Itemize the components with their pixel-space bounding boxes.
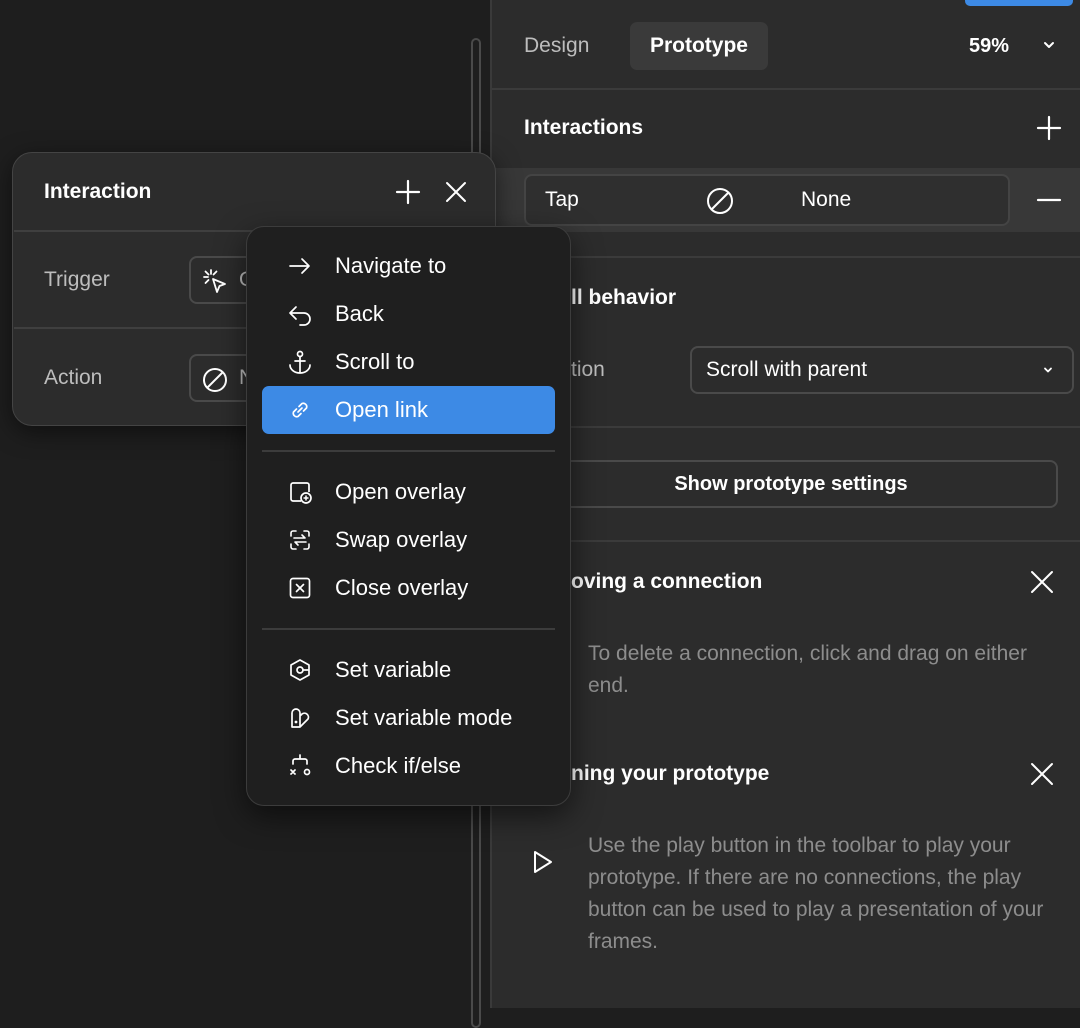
menu-item-label: Close overlay (335, 575, 469, 600)
zoom-level[interactable]: 59% (969, 22, 1009, 70)
scroll-behavior-value: Scroll with parent (706, 358, 868, 381)
menu-item-swap-overlay[interactable]: Swap overlay (262, 516, 555, 564)
card-title: Interaction (44, 180, 152, 203)
scroll-behavior-title: ll behavior (571, 286, 677, 309)
divider (492, 426, 1080, 428)
share-button-edge[interactable] (965, 0, 1073, 6)
swap-overlay-icon (288, 528, 312, 552)
menu-item-set-variable-mode[interactable]: Set variable mode (262, 694, 555, 742)
tip-title: oving a connection (571, 570, 763, 593)
add-interaction-plus-icon[interactable] (1036, 115, 1062, 141)
close-icon[interactable] (444, 180, 468, 204)
tip-body: To delete a connection, click and drag o… (588, 642, 1027, 697)
arrow-right-icon (288, 254, 312, 278)
tab-design[interactable]: Design (524, 22, 589, 70)
divider (492, 540, 1080, 542)
none-icon (201, 366, 229, 394)
remove-interaction-minus-icon[interactable] (1036, 187, 1062, 213)
menu-item-check-if-else[interactable]: Check if/else (262, 742, 555, 790)
chevron-down-icon (1042, 364, 1054, 376)
action-label: Action (44, 366, 103, 389)
chevron-down-icon[interactable] (1042, 38, 1056, 52)
menu-item-scroll-to[interactable]: Scroll to (262, 338, 555, 386)
link-icon (288, 398, 312, 422)
tip-body: Use the play button in the toolbar to pl… (588, 834, 1044, 953)
menu-item-label: Open overlay (335, 479, 466, 504)
close-icon[interactable] (1029, 761, 1055, 787)
action-value: None (801, 188, 852, 211)
menu-item-open-link[interactable]: Open link (262, 386, 555, 434)
cursor-click-icon (201, 268, 229, 296)
conditional-icon (288, 754, 312, 778)
menu-item-label: Back (335, 301, 384, 326)
menu-item-label: Set variable (335, 657, 452, 682)
trigger-value: Tap (545, 188, 579, 211)
menu-item-close-overlay[interactable]: Close overlay (262, 564, 555, 612)
show-prototype-settings-button[interactable]: Show prototype settings (524, 460, 1058, 508)
divider (492, 256, 1080, 258)
none-icon (705, 186, 735, 216)
tip-title: ning your prototype (571, 762, 770, 785)
menu-item-set-variable[interactable]: Set variable (262, 646, 555, 694)
menu-item-navigate-to[interactable]: Navigate to (262, 242, 555, 290)
set-variable-icon (288, 658, 312, 682)
close-icon[interactable] (1029, 569, 1055, 595)
anchor-icon (288, 350, 312, 374)
menu-separator (262, 450, 555, 452)
menu-item-back[interactable]: Back (262, 290, 555, 338)
add-plus-icon[interactable] (395, 179, 421, 205)
menu-item-label: Check if/else (335, 753, 461, 778)
menu-item-label: Swap overlay (335, 527, 468, 552)
position-label: tion (571, 358, 605, 381)
tab-prototype[interactable]: Prototype (630, 22, 768, 70)
menu-item-label: Open link (335, 397, 428, 422)
menu-item-label: Set variable mode (335, 705, 513, 730)
interactions-title: Interactions (524, 116, 644, 139)
back-arrow-icon (288, 302, 312, 326)
open-overlay-icon (288, 480, 312, 504)
menu-item-open-overlay[interactable]: Open overlay (262, 468, 555, 516)
menu-item-label: Navigate to (335, 253, 447, 278)
divider (492, 88, 1080, 90)
trigger-label: Trigger (44, 268, 110, 291)
interaction-item[interactable] (524, 174, 1010, 226)
variable-mode-icon (288, 706, 312, 730)
menu-separator (262, 628, 555, 630)
menu-item-label: Scroll to (335, 349, 415, 374)
close-overlay-icon (288, 576, 312, 600)
play-icon (532, 850, 554, 874)
